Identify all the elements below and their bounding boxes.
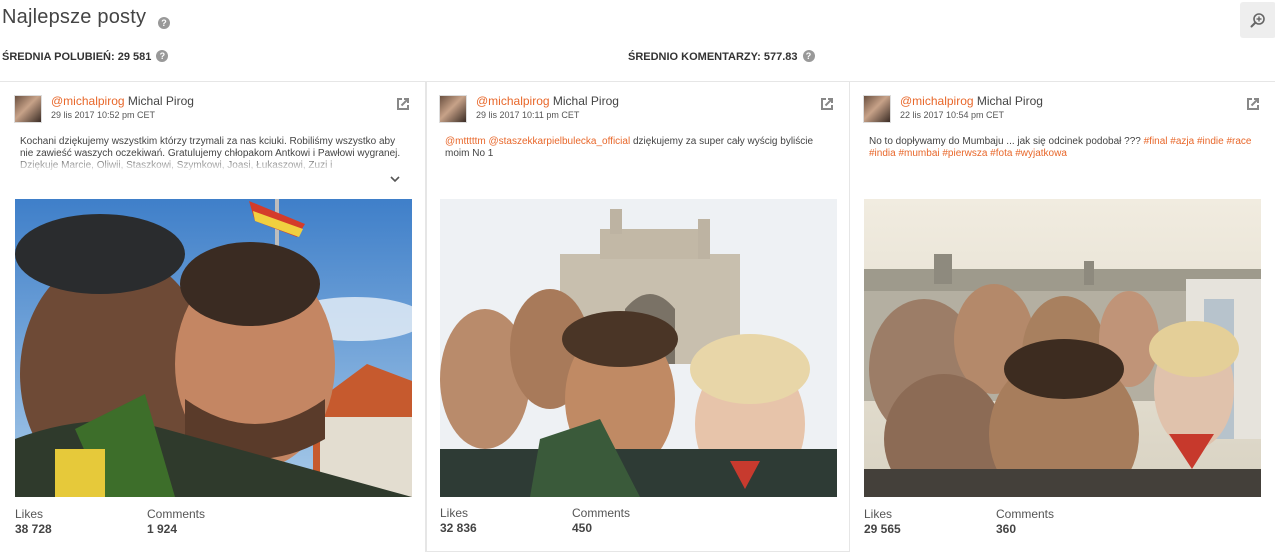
average-likes: ŚREDNIA POLUBIEŃ: 29 581? (2, 49, 169, 63)
post-caption: @mtttttm @staszekkarpielbulecka_official… (445, 136, 831, 160)
external-link-icon[interactable] (1244, 95, 1262, 113)
avatar (863, 95, 891, 123)
caption-text: No to dopływamy do Mumbaju ... jak się o… (869, 136, 1144, 147)
likes-count: 38 728 (15, 522, 52, 536)
post-card: @michalpirog Michal Pirog 29 lis 2017 10… (426, 82, 850, 552)
help-icon[interactable]: ? (156, 49, 169, 62)
average-likes-label: ŚREDNIA POLUBIEŃ: 29 581 (2, 51, 152, 63)
comments-count: 1 924 (147, 522, 178, 536)
mention-link[interactable]: @mtttttm (445, 136, 486, 147)
external-link-icon[interactable] (394, 95, 412, 113)
author-handle[interactable]: @michalpirog (476, 94, 550, 108)
comments-label: Comments (572, 506, 631, 520)
comments-label: Comments (147, 507, 206, 521)
post-caption: No to dopływamy do Mumbaju ... jak się o… (869, 136, 1255, 160)
help-icon[interactable]: ? (158, 17, 170, 29)
mention-link[interactable]: @staszekkarpielbulecka_official (488, 136, 630, 147)
author-name: Michal Pirog (552, 94, 619, 108)
avatar (439, 95, 467, 123)
post-image[interactable] (440, 199, 837, 497)
post-author: @michalpirog Michal Pirog (900, 94, 1043, 108)
post-author: @michalpirog Michal Pirog (476, 94, 619, 108)
likes-label: Likes (864, 507, 893, 521)
post-date: 22 lis 2017 10:54 pm CET (900, 110, 1005, 120)
post-caption: Kochani dziękujemy wszystkim którzy trzy… (20, 136, 401, 171)
hashtag-list[interactable]: #final #azja #indie (1144, 136, 1224, 147)
likes-label: Likes (440, 506, 469, 520)
help-icon[interactable]: ? (802, 49, 815, 62)
comments-count: 450 (572, 521, 593, 535)
author-name: Michal Pirog (127, 94, 194, 108)
post-image[interactable] (864, 199, 1261, 497)
chevron-down-icon[interactable] (388, 174, 402, 184)
author-name: Michal Pirog (976, 94, 1043, 108)
comments-label: Comments (996, 507, 1055, 521)
page-title: Najlepsze posty (2, 6, 147, 28)
likes-label: Likes (15, 507, 44, 521)
post-image[interactable] (15, 199, 412, 497)
average-comments: ŚREDNIO KOMENTARZY: 577.83? (628, 49, 815, 63)
post-card: @michalpirog Michal Pirog 29 lis 2017 10… (2, 82, 426, 552)
author-handle[interactable]: @michalpirog (900, 94, 974, 108)
author-handle[interactable]: @michalpirog (51, 94, 125, 108)
average-comments-label: ŚREDNIO KOMENTARZY: 577.83 (628, 51, 798, 63)
zoom-in-icon (1250, 13, 1265, 28)
likes-count: 32 836 (440, 521, 477, 535)
post-date: 29 lis 2017 10:52 pm CET (51, 110, 156, 120)
zoom-button[interactable] (1240, 2, 1275, 38)
avatar (14, 95, 42, 123)
post-date: 29 lis 2017 10:11 pm CET (476, 110, 580, 120)
external-link-icon[interactable] (818, 95, 836, 113)
likes-count: 29 565 (864, 522, 901, 536)
comments-count: 360 (996, 522, 1017, 536)
post-author: @michalpirog Michal Pirog (51, 94, 194, 108)
post-card: @michalpirog Michal Pirog 22 lis 2017 10… (851, 82, 1275, 552)
